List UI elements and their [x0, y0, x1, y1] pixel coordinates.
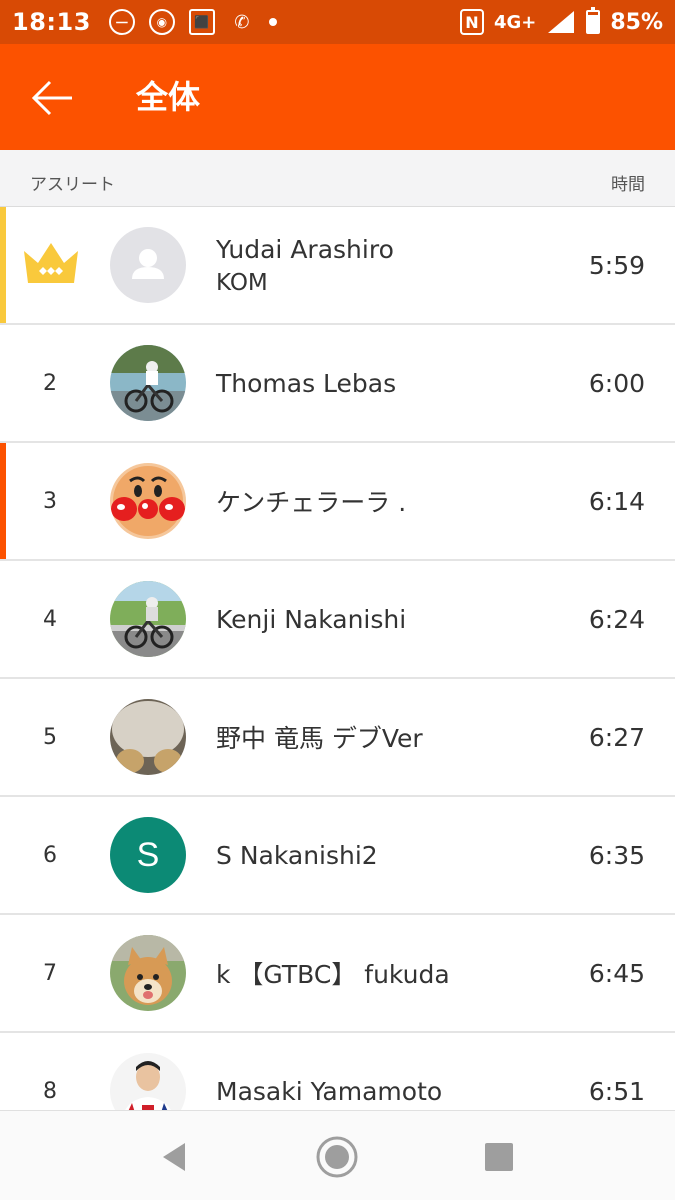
- signal-icon: [548, 11, 575, 33]
- arrow-left-icon[interactable]: [28, 74, 76, 122]
- leaderboard-row[interactable]: 4 Kenji Nakanishi 6:24: [0, 561, 675, 679]
- nav-back-icon[interactable]: [152, 1135, 196, 1179]
- athlete-avatar[interactable]: [110, 1053, 186, 1110]
- athlete-name[interactable]: 野中 竜馬 デブVer: [216, 719, 423, 755]
- kom-label: KOM: [216, 269, 268, 296]
- app-bar: 全体: [0, 44, 675, 150]
- notification-icon: ⬛: [188, 9, 215, 35]
- athlete-column-label: アスリート: [30, 175, 115, 195]
- battery-icon: [586, 7, 601, 34]
- athlete-info: k 【GTBC】 fukuda: [216, 915, 450, 1031]
- battery-percent: 85%: [610, 9, 663, 35]
- athlete-info: 野中 竜馬 デブVer: [216, 679, 423, 795]
- leaderboard-row[interactable]: 5 野中 竜馬 デブVer 6:27: [0, 679, 675, 797]
- rank-number: 3: [43, 488, 57, 514]
- athlete-info: ケンチェラーラ .: [216, 443, 406, 559]
- segment-time: 6:27: [588, 722, 645, 752]
- column-header: アスリート 時間: [0, 150, 675, 207]
- segment-time: 6:51: [588, 1076, 645, 1106]
- rank-number: 5: [43, 724, 57, 750]
- system-nav-bar: [0, 1110, 675, 1200]
- network-type: 4G+: [493, 11, 537, 33]
- athlete-name[interactable]: Yudai Arashiro: [216, 235, 394, 264]
- svg-text:S: S: [137, 836, 160, 874]
- athlete-avatar[interactable]: [110, 581, 186, 657]
- athlete-info: Thomas Lebas: [216, 325, 396, 441]
- nav-recents-icon[interactable]: [477, 1135, 521, 1179]
- segment-time: 6:14: [588, 486, 645, 516]
- status-time: 18:13: [12, 8, 91, 36]
- leaderboard-row[interactable]: 3 ケンチェラーラ . 6:14: [0, 443, 675, 561]
- athlete-name[interactable]: Thomas Lebas: [216, 369, 396, 398]
- segment-time: 5:59: [588, 250, 645, 280]
- leaderboard-row[interactable]: 8 Masaki Yamamoto 6:51: [0, 1033, 675, 1110]
- leaderboard-row[interactable]: 7 k 【GTBC】 fukuda 6:45: [0, 915, 675, 1033]
- athlete-name[interactable]: Masaki Yamamoto: [216, 1077, 442, 1106]
- segment-time: 6:35: [588, 840, 645, 870]
- athlete-name[interactable]: k 【GTBC】 fukuda: [216, 955, 450, 991]
- leaderboard-row[interactable]: 2 Thomas Lebas 6:00: [0, 325, 675, 443]
- rank-number: 8: [43, 1078, 57, 1104]
- athlete-avatar[interactable]: [110, 935, 186, 1011]
- status-bar: 18:13 一 ◉ ⬛ ✆ N 4G+ 85%: [0, 0, 675, 44]
- time-column-label: 時間: [611, 175, 645, 195]
- leaderboard-row[interactable]: Yudai Arashiro KOM 5:59: [0, 207, 675, 325]
- rank-number: 4: [43, 606, 57, 632]
- athlete-avatar[interactable]: [110, 699, 186, 775]
- rank-number: 7: [43, 960, 57, 986]
- nav-home-icon[interactable]: [315, 1135, 359, 1179]
- athlete-avatar[interactable]: S: [110, 817, 186, 893]
- athlete-name[interactable]: ケンチェラーラ .: [216, 483, 406, 519]
- segment-time: 6:24: [588, 604, 645, 634]
- chrome-icon: ◉: [148, 9, 175, 35]
- current-user-highlight-bar: [0, 443, 6, 559]
- segment-time: 6:45: [588, 958, 645, 988]
- athlete-avatar[interactable]: [110, 345, 186, 421]
- athlete-info: Yudai Arashiro KOM: [216, 207, 394, 323]
- athlete-info: Kenji Nakanishi: [216, 561, 406, 677]
- leaderboard-list[interactable]: Yudai Arashiro KOM 5:59 2 Thomas Lebas 6:00 3 ケ…: [0, 207, 675, 1110]
- segment-time: 6:00: [588, 368, 645, 398]
- notification-app-icon: 一: [108, 9, 135, 35]
- more-notifications-icon: [268, 18, 277, 26]
- rank-number: 6: [43, 842, 57, 868]
- leaderboard-row[interactable]: 6 S S Nakanishi2 6:35: [0, 797, 675, 915]
- notification-icons: 一 ◉ ⬛ ✆: [108, 9, 277, 35]
- athlete-avatar[interactable]: [110, 463, 186, 539]
- kom-highlight-bar: [0, 207, 6, 323]
- athlete-name[interactable]: S Nakanishi2: [216, 841, 378, 870]
- athlete-info: Masaki Yamamoto: [216, 1033, 442, 1110]
- nfc-icon: N: [459, 9, 484, 35]
- page-title: 全体: [136, 78, 201, 116]
- missed-call-icon: ✆: [234, 11, 250, 33]
- athlete-name[interactable]: Kenji Nakanishi: [216, 605, 406, 634]
- crown-icon: [22, 239, 80, 287]
- rank-number: 2: [43, 370, 57, 396]
- athlete-avatar[interactable]: [110, 227, 186, 303]
- athlete-info: S Nakanishi2: [216, 797, 378, 913]
